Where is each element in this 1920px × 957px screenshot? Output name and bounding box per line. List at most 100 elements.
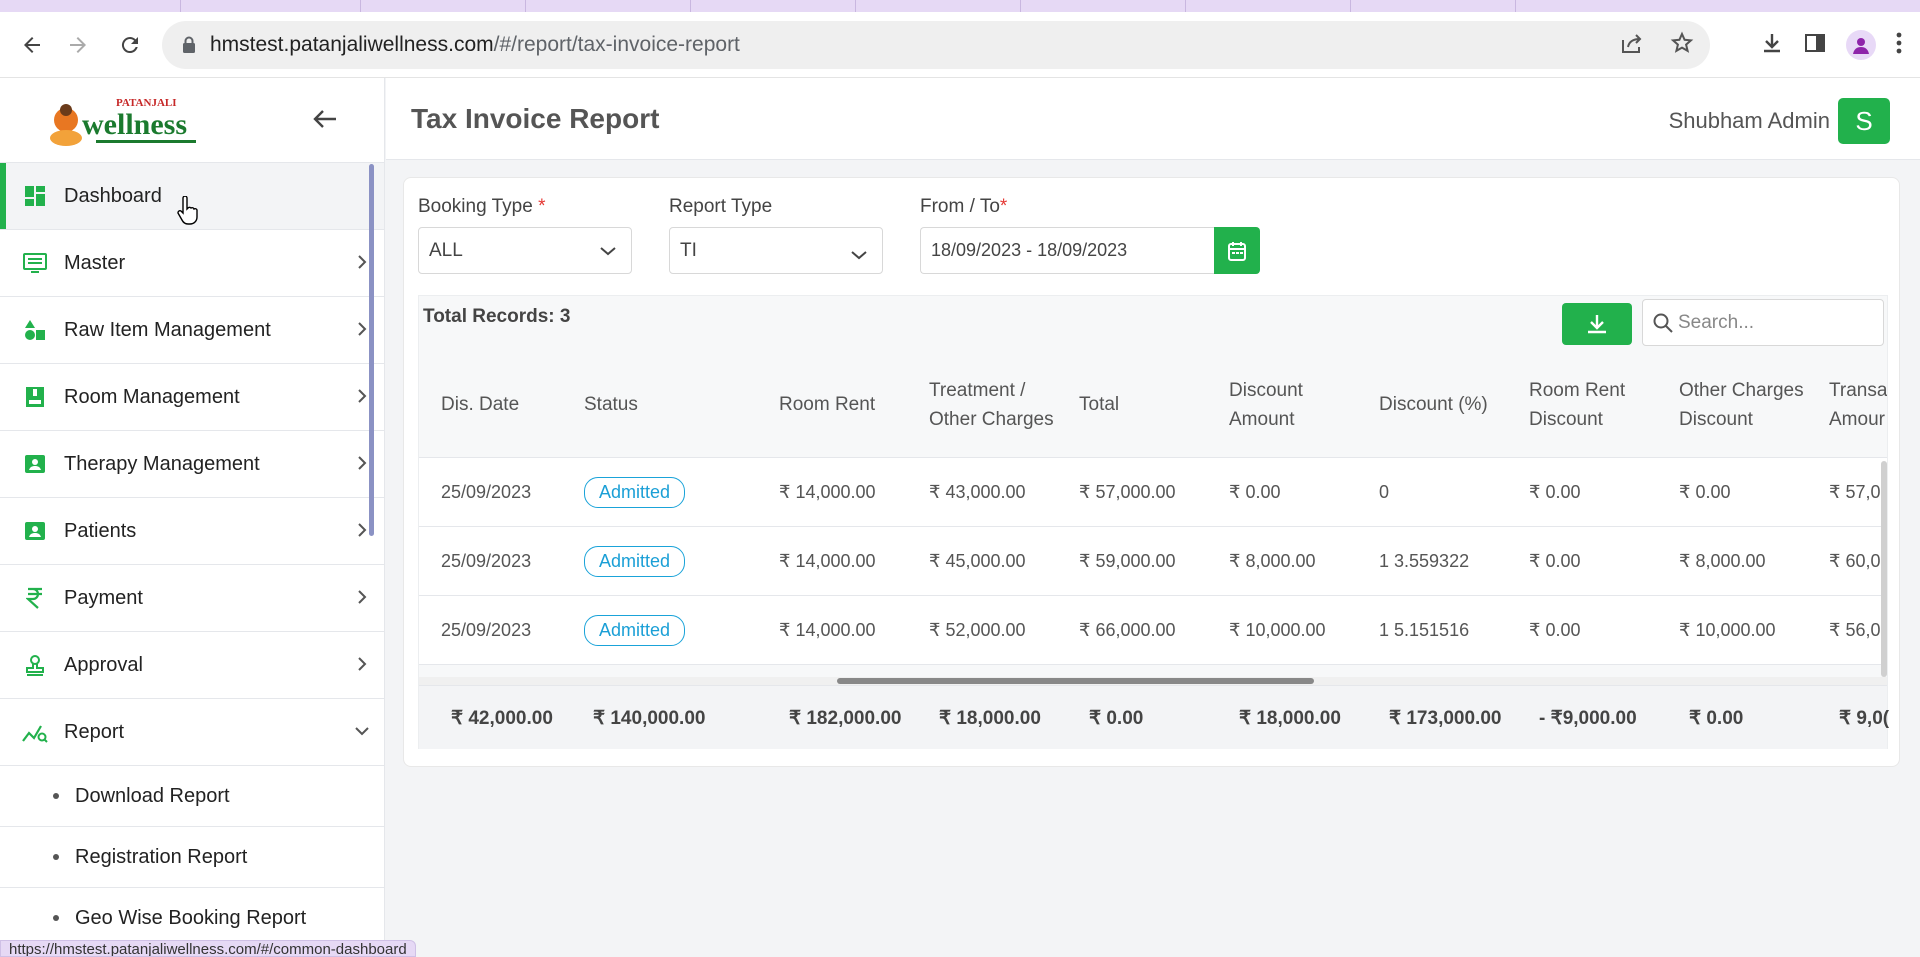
cell-other-charges-discount: ₹ 10,000.00: [1679, 619, 1776, 640]
url-host: hmstest.patanjaliwellness.com: [210, 33, 494, 56]
link-status-bar: https://hmstest.patanjaliwellness.com/#/…: [0, 940, 416, 957]
dashboard-icon: [22, 183, 48, 209]
column-header-total[interactable]: Total: [1079, 351, 1119, 458]
date-range-input[interactable]: 18/09/2023 - 18/09/2023: [920, 227, 1215, 274]
user-name[interactable]: Shubham Admin: [1669, 108, 1830, 134]
side-panel-icon[interactable]: [1804, 32, 1826, 59]
table-row[interactable]: 25/09/2023 Admitted ₹ 14,000.00 ₹ 43,000…: [419, 458, 1887, 527]
list-icon: [22, 250, 48, 276]
sidebar-item-therapy-management[interactable]: Therapy Management: [0, 431, 384, 498]
cell-status: Admitted: [584, 596, 686, 664]
report-type-select[interactable]: TI: [669, 227, 883, 274]
sidebar-item-payment[interactable]: Payment: [0, 565, 384, 632]
bookmark-star-icon[interactable]: [1670, 31, 1694, 60]
approval-icon: [22, 652, 48, 678]
browser-tab[interactable]: [525, 0, 526, 12]
chevron-right-icon: [352, 587, 372, 607]
sidebar-subitem-download-report[interactable]: Download Report: [0, 766, 384, 827]
back-button[interactable]: [12, 25, 52, 65]
column-header-treatment-other-charges[interactable]: Treatment / Other Charges: [929, 351, 1054, 458]
cell-discount-percent: 1 3.559322: [1379, 550, 1470, 571]
search-field[interactable]: [1642, 299, 1884, 346]
sidebar-item-raw-item-management[interactable]: Raw Item Management: [0, 297, 384, 364]
browser-tab[interactable]: [360, 0, 361, 12]
browser-menu-icon[interactable]: [1896, 32, 1902, 59]
cell-transaction: ₹ 56,0: [1829, 619, 1881, 640]
browser-tab[interactable]: [1020, 0, 1021, 12]
browser-tab[interactable]: [1185, 0, 1186, 12]
footer-total: - ₹9,000.00: [1539, 707, 1637, 729]
column-header-room-rent-discount[interactable]: Room Rent Discount: [1529, 351, 1625, 458]
browser-tab[interactable]: [1515, 0, 1516, 12]
search-input[interactable]: [1678, 311, 1868, 334]
column-header-other-charges-discount[interactable]: Other Charges Discount: [1679, 351, 1804, 458]
cell-other-charges-discount: ₹ 0.00: [1679, 481, 1731, 502]
cell-status: Admitted: [584, 527, 686, 595]
browser-tab-strip: [0, 0, 1920, 12]
cell-room-rent-discount: ₹ 0.00: [1529, 481, 1581, 502]
page-title: Tax Invoice Report: [411, 103, 660, 134]
column-header-discount-amount[interactable]: Discount Amount: [1229, 351, 1303, 458]
footer-total: ₹ 0.00: [1089, 707, 1144, 729]
patanjali-wellness-logo[interactable]: PATANJALI wellness: [46, 90, 210, 154]
cell-total: ₹ 59,000.00: [1079, 550, 1176, 571]
column-header-line: Discount: [1679, 408, 1753, 430]
search-icon: [1652, 312, 1674, 334]
browser-tab[interactable]: [690, 0, 691, 12]
sidebar-item-approval[interactable]: Approval: [0, 632, 384, 699]
calendar-icon: [1228, 241, 1246, 261]
footer-total: ₹ 140,000.00: [593, 707, 706, 729]
date-range-label-text: From / To: [920, 196, 1000, 217]
sidebar-item-master[interactable]: Master: [0, 230, 384, 297]
profile-icon[interactable]: [1846, 30, 1876, 60]
avatar[interactable]: S: [1838, 98, 1890, 144]
column-header-status[interactable]: Status: [584, 351, 638, 458]
sidebar-item-room-management[interactable]: Room Management: [0, 364, 384, 431]
arrow-left-icon: [313, 110, 336, 128]
column-header-room-rent[interactable]: Room Rent: [779, 351, 875, 458]
sidebar-subitem-label: Geo Wise Booking Report: [75, 906, 307, 929]
sidebar-item-report[interactable]: Report: [0, 699, 384, 766]
table-vertical-scrollbar[interactable]: [1881, 461, 1887, 677]
browser-tab[interactable]: [1350, 0, 1351, 12]
chevron-right-icon: [352, 654, 372, 674]
browser-tab[interactable]: [855, 0, 856, 12]
cell-total: ₹ 57,000.00: [1079, 481, 1176, 502]
calendar-button[interactable]: [1214, 227, 1260, 274]
sidebar-item-patients[interactable]: Patients: [0, 498, 384, 565]
url-path: /#/report/tax-invoice-report: [493, 33, 740, 56]
table-row[interactable]: 25/09/2023 Admitted ₹ 14,000.00 ₹ 52,000…: [419, 596, 1887, 665]
report-icon: [22, 719, 48, 745]
sidebar-item-label: Master: [64, 251, 126, 274]
share-icon[interactable]: [1620, 32, 1644, 59]
sidebar-subitem-registration-report[interactable]: Registration Report: [0, 827, 384, 888]
browser-tab[interactable]: [180, 0, 181, 12]
report-type-label: Report Type: [669, 196, 773, 217]
column-header-line: Amount: [1229, 408, 1295, 430]
footer-total: ₹ 18,000.00: [1239, 707, 1341, 729]
back-arrow-icon: [24, 36, 40, 53]
shapes-icon: [22, 317, 48, 343]
browser-toolbar: hmstest.patanjaliwellness.com/#/report/t…: [0, 12, 1920, 78]
column-header-transaction-amount[interactable]: Transa Amour: [1829, 351, 1887, 458]
table-horizontal-scrollbar[interactable]: [419, 677, 1887, 685]
report-table-section: Total Records: 3 Dis. Date Status Room R…: [418, 295, 1890, 749]
address-bar[interactable]: hmstest.patanjaliwellness.com/#/report/t…: [162, 21, 1710, 69]
sidebar-item-label: Approval: [64, 653, 143, 676]
table-row[interactable]: 25/09/2023 Admitted ₹ 14,000.00 ₹ 45,000…: [419, 527, 1887, 596]
cell-treatment: ₹ 52,000.00: [929, 619, 1026, 640]
footer-total: ₹ 9,0(: [1839, 707, 1890, 729]
column-header-discount-percent[interactable]: Discount (%): [1379, 351, 1488, 458]
download-report-button[interactable]: [1562, 303, 1632, 345]
column-header-dis-date[interactable]: Dis. Date: [441, 351, 519, 458]
collapse-sidebar-button[interactable]: [308, 102, 342, 136]
bullet-icon: [53, 793, 59, 799]
scrollbar-thumb[interactable]: [837, 678, 1314, 684]
cell-treatment: ₹ 43,000.00: [929, 481, 1026, 502]
reload-button[interactable]: [110, 25, 150, 65]
booking-type-select[interactable]: ALL: [418, 227, 632, 274]
download-icon[interactable]: [1760, 31, 1784, 60]
forward-button[interactable]: [58, 25, 98, 65]
sidebar-scrollbar[interactable]: [369, 164, 374, 536]
column-header-line: Discount: [1529, 408, 1603, 430]
